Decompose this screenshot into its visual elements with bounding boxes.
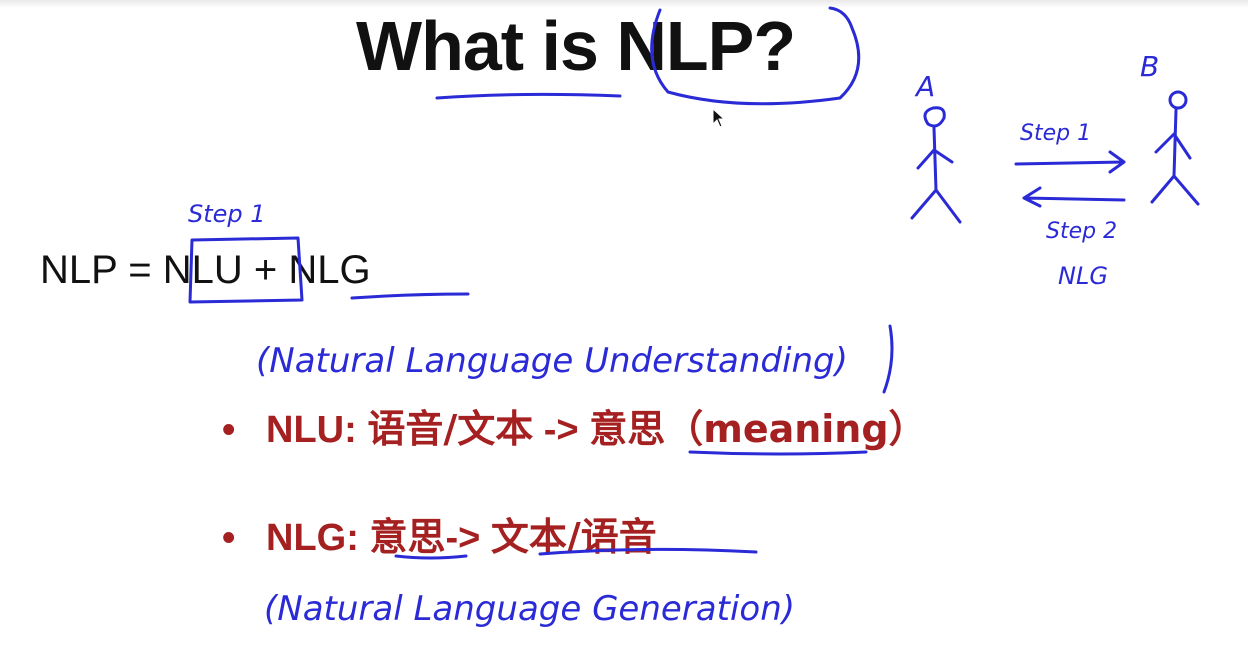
arrow-b-to-a: [1022, 186, 1126, 208]
bullet-arrow: ->: [543, 409, 579, 451]
bullet-term: NLU:: [266, 409, 357, 451]
slide-title: What is NLP?: [356, 7, 796, 85]
title-underline: [435, 92, 622, 100]
equation-plus: +: [253, 248, 278, 292]
ink-annotations: Step 1 (Natural Language Understanding) …: [188, 6, 1200, 629]
equation-nlg: NLG: [288, 248, 371, 292]
bullet-output: 文本/语音: [490, 515, 657, 559]
nlu-expansion: (Natural Language Understanding): [256, 341, 848, 381]
nlg-underline: [350, 292, 470, 300]
bullet-nlg: • NLG: 意思-> 文本/语音: [222, 506, 657, 561]
equation-lhs: NLP =: [40, 248, 152, 292]
bullet-marker: •: [222, 409, 236, 451]
nlg-expansion: (Natural Language Generation): [264, 589, 795, 629]
nlp-equation: NLP = NLU + NLG: [40, 248, 371, 293]
person-b-label: B: [1140, 50, 1159, 83]
equation-nlu: NLU: [162, 248, 243, 292]
bullet-nlu: • NLU: 语音/文本 -> 意思（meaning）: [222, 398, 927, 453]
person-a-figure: [910, 106, 962, 224]
bullet-term: NLG:: [266, 517, 359, 559]
diagram-step1-label: Step 1: [1020, 121, 1091, 146]
person-b-figure: [1150, 90, 1200, 206]
arrow-a-to-b: [1014, 150, 1126, 174]
diagram-step2-label: Step 2: [1046, 219, 1117, 244]
bullet-arrow: ->: [445, 517, 481, 559]
diagram-nlg-label: NLG: [1058, 262, 1108, 290]
step1-label: Step 1: [188, 200, 266, 228]
bullet-gloss: （meaning）: [665, 407, 927, 451]
slide: What is NLP? NLP = NLU + NLG • NLU: 语音/文本…: [0, 0, 1248, 666]
person-a-label: A: [914, 70, 935, 103]
mouse-pointer-icon: [712, 108, 726, 128]
bullet-input: 意思: [369, 515, 446, 559]
bullet-marker: •: [222, 517, 236, 559]
nlu-expansion-bracket: [882, 324, 894, 394]
bullet-input: 语音/文本: [367, 407, 534, 451]
bullet-output: 意思: [589, 407, 666, 451]
